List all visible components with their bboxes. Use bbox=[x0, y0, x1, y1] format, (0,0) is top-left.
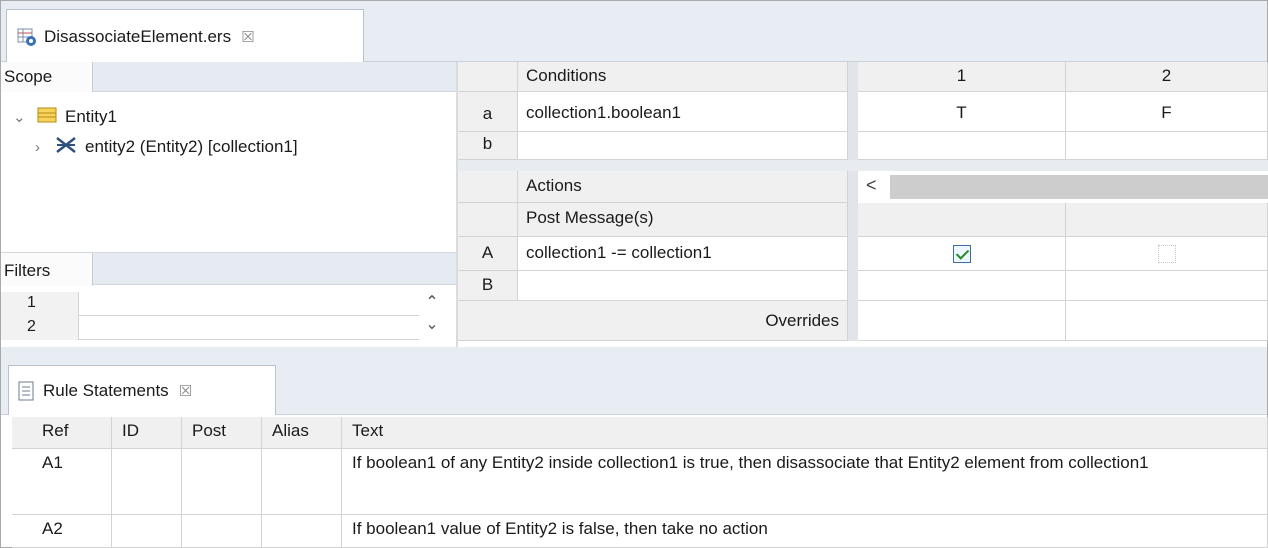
condition-ref: a bbox=[458, 92, 518, 132]
filters-grid: 1 2 bbox=[1, 292, 419, 340]
rule-statements-header: Rule Statements ☒ bbox=[1, 357, 1267, 415]
filters-scrollbar[interactable]: ⌃ ⌄ bbox=[420, 292, 444, 340]
ref-header-cell bbox=[458, 62, 518, 92]
close-icon[interactable]: ☒ bbox=[179, 382, 192, 400]
column-header-alias[interactable]: Alias bbox=[262, 417, 342, 449]
action-check-cell[interactable] bbox=[858, 271, 1066, 301]
ref-header-cell bbox=[458, 203, 518, 237]
table-row-text[interactable]: If boolean1 value of Entity2 is false, t… bbox=[342, 515, 1268, 548]
table-row-ref[interactable]: A1 bbox=[12, 449, 112, 515]
editor-tab[interactable]: DisassociateElement.ers ☒ bbox=[6, 9, 364, 64]
condition-ref: b bbox=[458, 132, 518, 160]
scroll-left-icon[interactable]: < bbox=[866, 175, 877, 196]
action-check-cell[interactable] bbox=[1066, 237, 1268, 271]
conditions-header: Conditions bbox=[518, 62, 848, 92]
column-header-post[interactable]: Post bbox=[182, 417, 262, 449]
post-message-label: Post Message(s) bbox=[518, 203, 848, 237]
column-header-id[interactable]: ID bbox=[112, 417, 182, 449]
table-row-ref[interactable]: A2 bbox=[12, 515, 112, 548]
chevron-right-icon[interactable]: › bbox=[35, 139, 51, 156]
condition-value-cell[interactable]: T bbox=[858, 92, 1066, 132]
table-row-id[interactable] bbox=[112, 449, 182, 515]
scrollbar-thumb[interactable] bbox=[890, 175, 1268, 199]
action-check-cell[interactable] bbox=[1066, 271, 1268, 301]
tree-item-label: entity2 (Entity2) [collection1] bbox=[85, 137, 298, 156]
close-icon[interactable]: ☒ bbox=[241, 28, 254, 46]
override-cell[interactable] bbox=[858, 301, 1066, 341]
table-row-id[interactable] bbox=[112, 515, 182, 548]
filter-row-number: 1 bbox=[1, 292, 79, 316]
column-header-text[interactable]: Text bbox=[342, 417, 1268, 449]
scroll-down-icon[interactable]: ⌄ bbox=[420, 314, 444, 336]
condition-text[interactable] bbox=[518, 132, 848, 160]
condition-value-cell[interactable] bbox=[858, 132, 1066, 160]
frozen-divider bbox=[848, 171, 858, 341]
table-section-separator bbox=[458, 160, 1268, 171]
tree-item-label: Entity1 bbox=[65, 107, 117, 126]
association-icon bbox=[55, 136, 77, 159]
scope-header: Scope bbox=[1, 62, 456, 92]
condition-text[interactable]: collection1.boolean1 bbox=[518, 92, 848, 132]
filters-tab[interactable]: Filters bbox=[1, 253, 93, 286]
table-row-text[interactable]: If boolean1 of any Entity2 inside collec… bbox=[342, 449, 1268, 515]
chevron-down-icon[interactable]: ⌄ bbox=[13, 108, 29, 126]
post-message-cell[interactable] bbox=[1066, 203, 1268, 237]
document-icon bbox=[17, 381, 35, 401]
action-ref: B bbox=[458, 271, 518, 301]
table-row-post[interactable] bbox=[182, 449, 262, 515]
condition-value-cell[interactable]: F bbox=[1066, 92, 1268, 132]
overrides-label: Overrides bbox=[458, 301, 848, 341]
table-row-post[interactable] bbox=[182, 515, 262, 548]
scope-tree: ⌄ Entity1 › entity2 (Entity2) [collectio… bbox=[1, 92, 456, 242]
editor-tab-bar: DisassociateElement.ers ☒ bbox=[1, 1, 1267, 64]
entity-icon bbox=[37, 107, 57, 128]
action-checkbox-empty[interactable] bbox=[1157, 244, 1176, 263]
filters-header: Filters bbox=[1, 252, 456, 286]
rule-editor-icon bbox=[17, 27, 37, 47]
action-text[interactable] bbox=[518, 271, 848, 301]
action-ref: A bbox=[458, 237, 518, 271]
scroll-up-icon[interactable]: ⌃ bbox=[420, 292, 444, 314]
frozen-divider bbox=[848, 62, 858, 170]
filter-row-number: 2 bbox=[1, 316, 79, 340]
table-row-alias[interactable] bbox=[262, 449, 342, 515]
filter-row[interactable]: 1 bbox=[1, 292, 419, 316]
rule-statements-title: Rule Statements bbox=[43, 380, 169, 400]
rule-statements-tab[interactable]: Rule Statements ☒ bbox=[8, 365, 276, 415]
column-header-ref[interactable]: Ref bbox=[12, 417, 112, 449]
tree-item-entity1[interactable]: ⌄ Entity1 bbox=[13, 104, 117, 130]
post-message-cell[interactable] bbox=[858, 203, 1066, 237]
tree-item-entity2[interactable]: › entity2 (Entity2) [collection1] bbox=[35, 134, 298, 160]
condition-value-cell[interactable] bbox=[1066, 132, 1268, 160]
actions-header: Actions bbox=[518, 171, 848, 203]
action-checkbox-checked[interactable] bbox=[952, 244, 971, 263]
column-header-1[interactable]: 1 bbox=[858, 62, 1066, 92]
filter-row[interactable]: 2 bbox=[1, 316, 419, 340]
scope-tab[interactable]: Scope bbox=[1, 62, 93, 92]
view-separator bbox=[1, 347, 1267, 357]
table-row-alias[interactable] bbox=[262, 515, 342, 548]
horizontal-scrollbar[interactable]: < bbox=[862, 171, 1268, 203]
action-text[interactable]: collection1 -= collection1 bbox=[518, 237, 848, 271]
override-cell[interactable] bbox=[1066, 301, 1268, 341]
editor-tab-title: DisassociateElement.ers bbox=[44, 27, 232, 46]
action-check-cell[interactable] bbox=[858, 237, 1066, 271]
ref-header-cell bbox=[458, 171, 518, 203]
column-header-2[interactable]: 2 bbox=[1066, 62, 1268, 92]
